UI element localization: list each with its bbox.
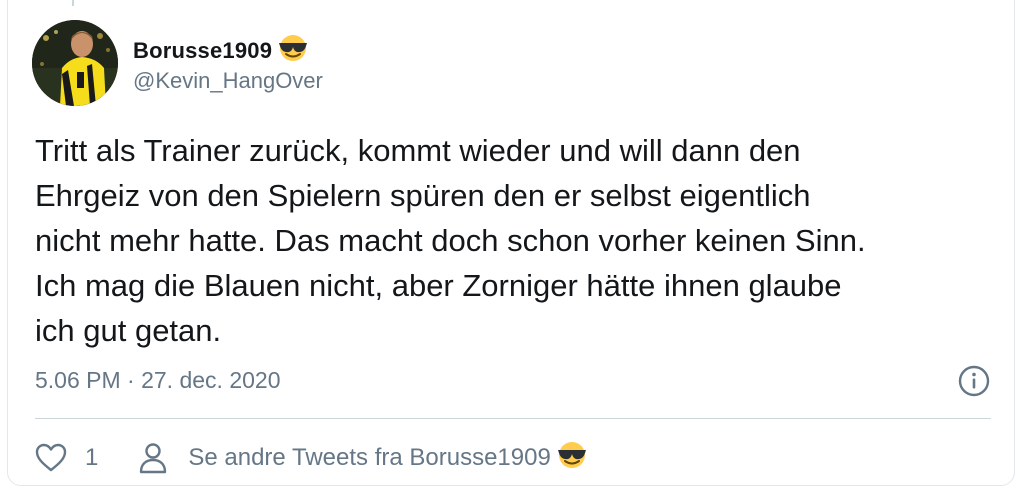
avatar-photo xyxy=(32,20,118,106)
display-name[interactable]: Borusse1909 xyxy=(133,38,272,64)
tweet-text: Tritt als Trainer zurück, kommt wieder u… xyxy=(35,133,866,348)
tweet-actions: 1 Se andre Tweets fra Borusse1909 xyxy=(35,438,589,478)
avatar[interactable] xyxy=(32,20,118,106)
info-icon[interactable] xyxy=(957,364,991,398)
more-tweets-label: Se andre Tweets fra Borusse1909 xyxy=(188,444,551,471)
heart-icon[interactable] xyxy=(35,443,67,473)
user-handle[interactable]: @Kevin_HangOver xyxy=(133,68,323,94)
more-tweets-link[interactable]: Se andre Tweets fra Borusse1909 xyxy=(188,441,588,476)
divider xyxy=(35,418,991,419)
tweet-timestamp[interactable]: 5.06 PM · 27. dec. 2020 xyxy=(35,367,281,394)
thread-connector-line xyxy=(72,0,74,6)
smiling-face-with-sunglasses-icon xyxy=(555,441,589,476)
smiling-face-with-sunglasses-icon xyxy=(276,34,310,67)
author-name-row[interactable]: Borusse1909 xyxy=(133,34,310,67)
person-icon xyxy=(138,442,168,474)
like-count[interactable]: 1 xyxy=(85,444,98,472)
